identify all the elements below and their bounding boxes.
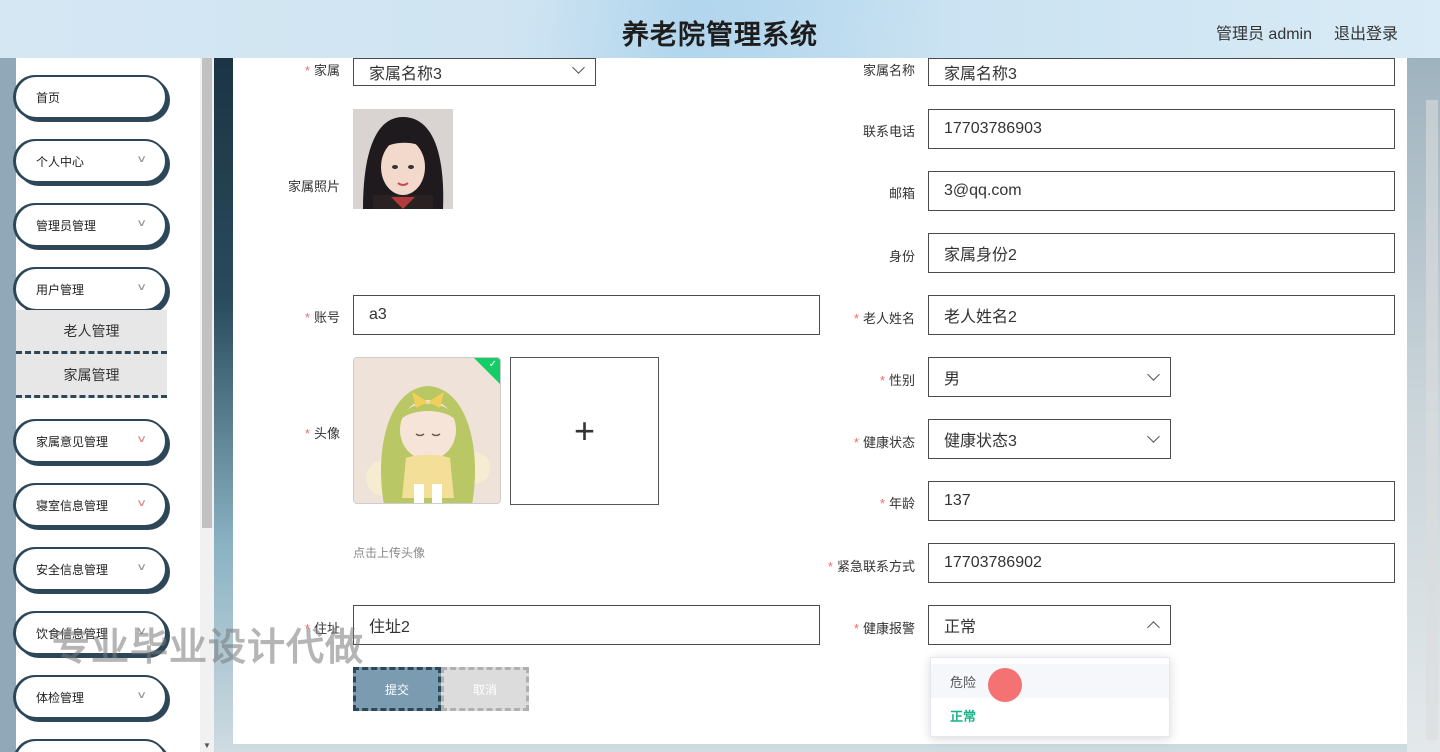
health-alert-label: * 健康报警	[853, 621, 915, 636]
sidebar-item-health-check[interactable]: 体检管理 ∨	[14, 675, 167, 719]
chevron-down-icon: ∨	[135, 690, 147, 701]
age-field[interactable]: 137	[928, 481, 1395, 521]
family-name-label: 家属名称	[862, 63, 915, 78]
emergency-contact-label: * 紧急联系方式	[827, 559, 915, 574]
check-icon: ✓	[488, 359, 497, 370]
elder-name-label: * 老人姓名	[853, 311, 915, 326]
email-field[interactable]: 3@qq.com	[928, 171, 1395, 211]
chevron-up-icon	[1147, 621, 1160, 634]
chevron-down-icon: ∨	[135, 498, 147, 509]
sidebar-item-label: 用户管理	[36, 282, 85, 297]
sidebar-item-home[interactable]: 首页	[14, 75, 167, 119]
chevron-down-icon: ∨	[135, 282, 147, 293]
dropdown-option-normal[interactable]: 正常	[931, 698, 1169, 732]
chevron-down-icon	[1147, 430, 1160, 443]
account-label: * 账号	[304, 310, 340, 325]
sidebar-subitem-label: 老人管理	[63, 322, 120, 339]
header-bar: 养老院管理系统 管理员 admin 退出登录	[0, 0, 1440, 58]
current-user: 管理员 admin	[1215, 26, 1312, 43]
watermark-text: 专业毕业设计代做	[52, 627, 365, 669]
address-field[interactable]: 住址2	[353, 605, 820, 645]
chevron-down-icon: ∨	[135, 434, 147, 445]
chevron-down-icon	[572, 61, 585, 74]
scroll-down-icon[interactable]: ▼	[203, 741, 211, 750]
sidebar-item-family-feedback[interactable]: 家属意见管理 ∨	[14, 419, 167, 463]
sidebar-item-label: 管理员管理	[36, 218, 97, 233]
avatar-upload-hint: 点击上传头像	[353, 546, 426, 560]
avatar-image[interactable]: ✓	[353, 357, 501, 504]
chevron-down-icon: ∨	[135, 154, 147, 165]
emergency-contact-field[interactable]: 17703786902	[928, 543, 1395, 583]
age-label: * 年龄	[879, 496, 915, 511]
logout-link[interactable]: 退出登录	[1334, 20, 1398, 44]
sidebar-item-personal-center[interactable]: 个人中心 ∨	[14, 139, 167, 183]
family-name-field[interactable]: 家属名称3	[928, 58, 1395, 86]
avatar-upload-button[interactable]: +	[510, 357, 659, 505]
family-photo-label: 家属照片	[287, 179, 340, 194]
pointer-cursor-icon	[988, 668, 1022, 702]
health-status-select[interactable]: 健康状态3	[928, 419, 1171, 459]
family-select[interactable]: 家属名称3	[353, 58, 596, 86]
submit-button[interactable]: 提交	[353, 667, 441, 711]
sidebar-item-label: 体检管理	[36, 690, 85, 705]
plus-icon: +	[573, 410, 596, 451]
dropdown-option-danger[interactable]: 危险	[931, 664, 1169, 698]
sidebar-item-more[interactable]	[14, 739, 167, 752]
health-alert-dropdown: 危险 正常	[930, 657, 1170, 737]
sidebar-subitem-family-management[interactable]: 家属管理	[16, 354, 167, 398]
portrait-image	[353, 109, 453, 209]
family-photo-image	[353, 109, 453, 209]
gender-label: * 性别	[879, 373, 915, 388]
health-alert-select[interactable]: 正常	[928, 605, 1171, 645]
family-select-label: * 家属	[304, 63, 340, 78]
sidebar-item-label: 个人中心	[36, 154, 85, 169]
sidebar-subitem-label: 家属管理	[63, 366, 120, 383]
sidebar-item-label: 首页	[36, 90, 61, 105]
sidebar-item-label: 家属意见管理	[36, 434, 109, 449]
sidebar-item-admin-management[interactable]: 管理员管理 ∨	[14, 203, 167, 247]
main-scrollbar[interactable]	[1426, 100, 1438, 740]
identity-label: 身份	[888, 249, 915, 264]
health-status-label: * 健康状态	[853, 435, 915, 450]
sidebar-item-dorm-info[interactable]: 寝室信息管理 ∨	[14, 483, 167, 527]
elder-name-field[interactable]: 老人姓名2	[928, 295, 1395, 335]
email-label: 邮箱	[888, 186, 915, 201]
sidebar-item-label: 寝室信息管理	[36, 498, 109, 513]
scrollbar-thumb[interactable]	[202, 58, 212, 528]
sidebar-item-safety-info[interactable]: 安全信息管理 ∨	[14, 547, 167, 591]
cancel-button[interactable]: 取消	[441, 667, 529, 711]
chevron-down-icon: ∨	[135, 562, 147, 573]
chevron-down-icon: ∨	[135, 218, 147, 229]
phone-field[interactable]: 17703786903	[928, 109, 1395, 149]
sidebar-item-label: 安全信息管理	[36, 562, 109, 577]
sidebar-subitem-elder-management[interactable]: 老人管理	[16, 310, 167, 354]
account-field[interactable]: a3	[353, 295, 820, 335]
sidebar-item-user-management[interactable]: 用户管理 ∨	[14, 267, 167, 311]
chevron-down-icon	[1147, 368, 1160, 381]
avatar-label: * 头像	[304, 426, 340, 441]
gender-select[interactable]: 男	[928, 357, 1171, 397]
identity-field[interactable]: 家属身份2	[928, 233, 1395, 273]
phone-label: 联系电话	[862, 124, 915, 139]
